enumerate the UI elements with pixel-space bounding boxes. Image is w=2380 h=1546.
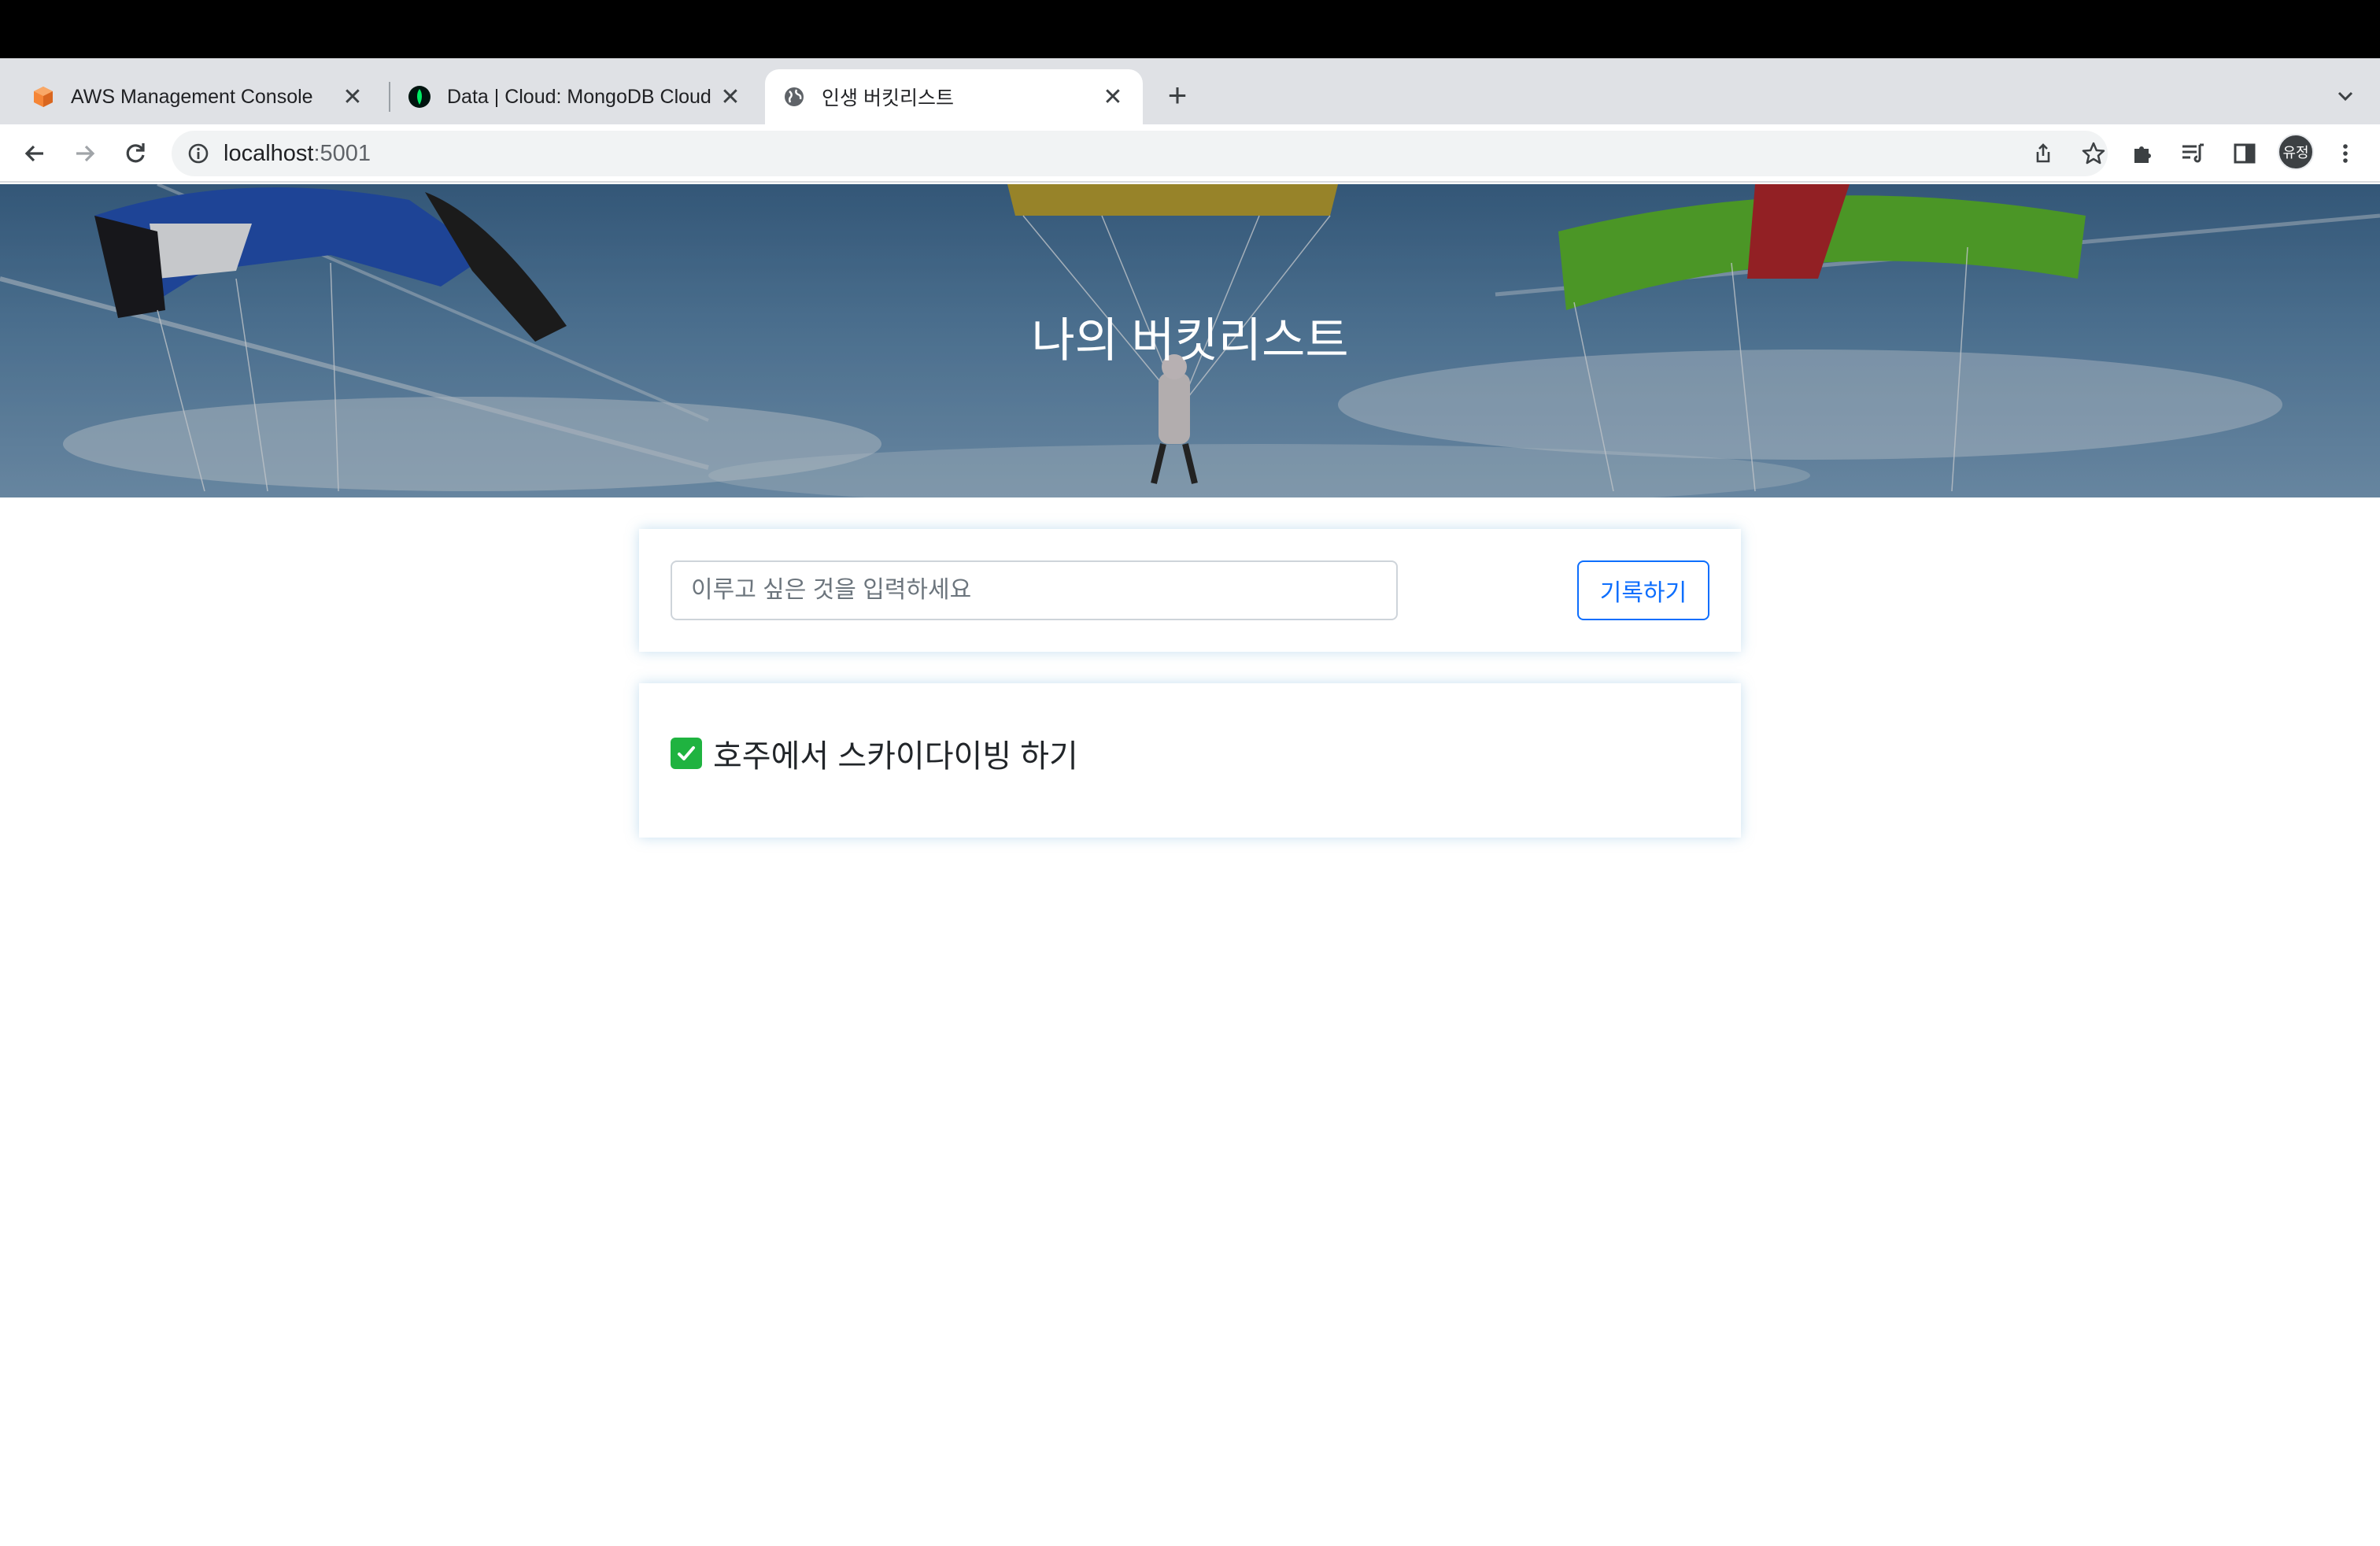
tab-search-chevron-icon[interactable] bbox=[2331, 82, 2360, 110]
site-info-icon[interactable] bbox=[186, 141, 211, 166]
tab-title: 인생 버킷리스트 bbox=[822, 87, 954, 109]
reading-list-icon[interactable] bbox=[2174, 135, 2212, 172]
share-icon[interactable] bbox=[2027, 138, 2059, 169]
address-bar[interactable]: localhost:5001 bbox=[172, 131, 2108, 176]
url-host: localhost bbox=[224, 141, 314, 166]
tab-aws[interactable]: AWS Management Console ✕ bbox=[14, 69, 382, 124]
page-title: 나의 버킷리스트 bbox=[1031, 314, 1349, 367]
screen-bezel bbox=[0, 0, 2380, 58]
profile-avatar[interactable]: 유정 bbox=[2278, 134, 2314, 170]
mongodb-leaf-icon bbox=[408, 85, 431, 109]
tab-title: AWS Management Console bbox=[71, 85, 313, 108]
bucket-input-card: 기록하기 bbox=[639, 529, 1741, 652]
globe-icon bbox=[782, 85, 806, 109]
aws-cube-icon bbox=[31, 85, 55, 109]
menu-kebab-icon[interactable] bbox=[2326, 135, 2364, 172]
bookmark-star-icon[interactable] bbox=[2078, 138, 2109, 169]
browser-toolbar: localhost:5001 bbox=[0, 124, 2380, 183]
extensions-puzzle-icon[interactable] bbox=[2123, 135, 2161, 172]
tab-mongodb[interactable]: Data | Cloud: MongoDB Cloud ✕ bbox=[390, 69, 760, 124]
tab-bucketlist[interactable]: 인생 버킷리스트 ✕ bbox=[765, 69, 1143, 124]
side-panel-icon[interactable] bbox=[2226, 135, 2264, 172]
reload-icon[interactable] bbox=[116, 135, 154, 172]
tab-title: Data | Cloud: MongoDB Cloud bbox=[447, 85, 711, 108]
check-mark-icon bbox=[671, 738, 702, 769]
close-icon[interactable]: ✕ bbox=[340, 84, 365, 110]
url-text[interactable]: localhost:5001 bbox=[224, 141, 371, 167]
list-item: 호주에서 스카이다이빙 하기 bbox=[671, 730, 1078, 776]
tab-strip: AWS Management Console ✕ Data | Cloud: M… bbox=[0, 58, 2380, 124]
save-button[interactable]: 기록하기 bbox=[1577, 560, 1709, 620]
forward-arrow-icon[interactable] bbox=[66, 135, 104, 172]
hero-banner: 나의 버킷리스트 bbox=[0, 184, 2380, 497]
list-item-text: 호주에서 스카이다이빙 하기 bbox=[713, 739, 1078, 774]
bucket-input[interactable] bbox=[671, 560, 1398, 620]
close-icon[interactable]: ✕ bbox=[1100, 84, 1125, 110]
back-arrow-icon[interactable] bbox=[16, 135, 54, 172]
url-port: :5001 bbox=[313, 141, 371, 166]
close-icon[interactable]: ✕ bbox=[718, 84, 743, 110]
bucket-list-card: 호주에서 스카이다이빙 하기 bbox=[639, 683, 1741, 838]
new-tab-button[interactable]: + bbox=[1162, 79, 1193, 112]
